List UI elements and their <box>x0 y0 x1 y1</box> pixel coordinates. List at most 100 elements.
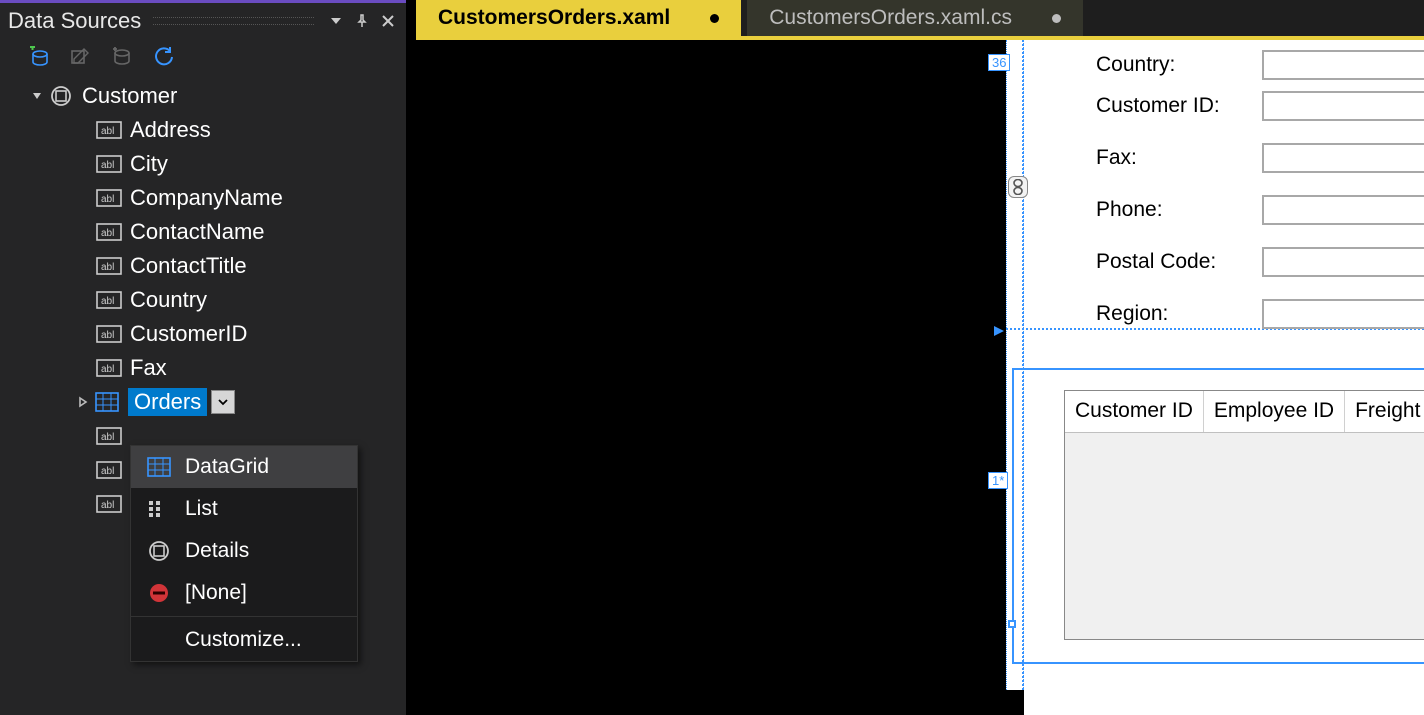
dropdown-item-none[interactable]: [None] <box>131 572 357 614</box>
text-input[interactable] <box>1262 143 1424 173</box>
orders-datagrid[interactable]: Customer ID Employee ID Freight Order Da… <box>1064 390 1424 640</box>
refresh-icon[interactable] <box>152 45 176 69</box>
edit-datasource-icon[interactable] <box>68 45 92 69</box>
text-input[interactable] <box>1262 50 1424 80</box>
panel-grip[interactable] <box>153 17 314 25</box>
tree-node-label: Fax <box>130 355 167 381</box>
xaml-designer[interactable]: 36 1* Country: Customer ID: <box>416 40 1424 715</box>
text-field-icon: abl <box>96 153 122 175</box>
text-field-icon: abl <box>96 425 122 447</box>
link-icon[interactable] <box>1008 176 1028 198</box>
form-row: Customer ID: <box>1096 80 1424 132</box>
text-field-icon: abl <box>96 119 122 141</box>
tree-node-label: Country <box>130 287 207 313</box>
text-input[interactable] <box>1262 195 1424 225</box>
column-header[interactable]: Freight <box>1345 391 1424 432</box>
tab-customersorders-xaml[interactable]: CustomersOrders.xaml <box>416 0 741 36</box>
tree-node-label: Orders <box>128 388 207 416</box>
unsaved-indicator-icon <box>710 14 719 23</box>
row-marker-icon[interactable] <box>992 324 1006 338</box>
svg-text:abl: abl <box>101 262 114 273</box>
dropdown-item-datagrid[interactable]: DataGrid <box>131 446 357 488</box>
none-icon <box>143 581 175 605</box>
tree-node-field[interactable]: abl Fax <box>0 351 406 385</box>
pin-icon[interactable] <box>352 11 372 31</box>
tree-node-label: City <box>130 151 168 177</box>
text-input[interactable] <box>1262 299 1424 329</box>
text-field-icon: abl <box>96 357 122 379</box>
svg-text:abl: abl <box>101 432 114 443</box>
dropdown-item-label: DataGrid <box>185 455 269 479</box>
tree-node-label: ContactName <box>130 219 265 245</box>
svg-text:abl: abl <box>101 160 114 171</box>
panel-title: Data Sources <box>8 8 141 34</box>
text-field-icon: abl <box>96 323 122 345</box>
column-header[interactable]: Employee ID <box>1204 391 1345 432</box>
tree-node-field[interactable]: abl City <box>0 147 406 181</box>
datagrid-icon <box>94 391 120 413</box>
tree-node-orders[interactable]: Orders <box>0 385 406 419</box>
control-type-dropdown: DataGrid List Details [None] Customize..… <box>130 445 358 662</box>
configure-datasource-icon[interactable] <box>110 45 134 69</box>
panel-header: Data Sources <box>0 3 406 39</box>
tree-node-label: Address <box>130 117 211 143</box>
tree-node-customer[interactable]: Customer <box>0 79 406 113</box>
tree-node-label: CustomerID <box>130 321 247 347</box>
svg-text:abl: abl <box>101 466 114 477</box>
form-row: Postal Code: <box>1096 236 1424 288</box>
ruler-label: 1* <box>988 472 1008 489</box>
tree-node-field[interactable]: abl ContactName <box>0 215 406 249</box>
column-header[interactable]: Customer ID <box>1065 391 1204 432</box>
tree-node-label: Customer <box>82 83 177 109</box>
tab-label: CustomersOrders.xaml <box>438 6 670 30</box>
tree-node-label: ContactTitle <box>130 253 247 279</box>
close-icon[interactable] <box>378 11 398 31</box>
form-row: Fax: <box>1096 132 1424 184</box>
details-icon <box>48 85 74 107</box>
tree-node-field[interactable]: abl CompanyName <box>0 181 406 215</box>
dropdown-item-customize[interactable]: Customize... <box>131 619 357 661</box>
form-row: Phone: <box>1096 184 1424 236</box>
text-input[interactable] <box>1262 247 1424 277</box>
editor-area: CustomersOrders.xaml CustomersOrders.xam… <box>416 0 1424 715</box>
field-label: Customer ID: <box>1096 94 1262 118</box>
tree-node-field[interactable]: abl Address <box>0 113 406 147</box>
dropdown-item-details[interactable]: Details <box>131 530 357 572</box>
tree-node-field[interactable]: abl CustomerID <box>0 317 406 351</box>
tree-node-field[interactable]: abl Country <box>0 283 406 317</box>
text-field-icon: abl <box>96 221 122 243</box>
tab-customersorders-xaml-cs[interactable]: CustomersOrders.xaml.cs <box>747 0 1083 36</box>
datagrid-body[interactable] <box>1065 433 1424 639</box>
list-icon <box>143 497 175 521</box>
svg-text:abl: abl <box>101 126 114 137</box>
blank-icon <box>143 628 175 652</box>
text-input[interactable] <box>1262 91 1424 121</box>
dropdown-button[interactable] <box>211 390 235 414</box>
datagrid-header: Customer ID Employee ID Freight Order Da… <box>1065 391 1424 433</box>
svg-text:abl: abl <box>101 330 114 341</box>
data-sources-panel: Data Sources <box>0 0 406 715</box>
vertical-splitter[interactable] <box>406 0 416 715</box>
document-tabbar: CustomersOrders.xaml CustomersOrders.xam… <box>416 0 1424 40</box>
dropdown-item-label: [None] <box>185 581 247 605</box>
dropdown-separator <box>131 616 357 617</box>
text-field-icon: abl <box>96 289 122 311</box>
add-datasource-icon[interactable] <box>26 45 50 69</box>
details-icon <box>143 539 175 563</box>
expand-arrow-icon[interactable] <box>76 395 90 409</box>
tree-node-field[interactable]: abl ContactTitle <box>0 249 406 283</box>
dropdown-item-label: List <box>185 497 218 521</box>
panel-menu-dropdown-icon[interactable] <box>326 11 346 31</box>
ruler-label: 36 <box>988 54 1010 71</box>
tab-label: CustomersOrders.xaml.cs <box>769 6 1012 30</box>
svg-text:abl: abl <box>101 500 114 511</box>
customer-form: Country: Customer ID: Fax: Phone: Postal… <box>1096 58 1424 340</box>
field-label: Region: <box>1096 302 1262 326</box>
dropdown-item-label: Customize... <box>185 628 302 652</box>
field-label: Phone: <box>1096 198 1262 222</box>
unsaved-indicator-icon <box>1052 14 1061 23</box>
form-row: Region: <box>1096 288 1424 340</box>
collapse-arrow-icon[interactable] <box>30 89 44 103</box>
dropdown-item-list[interactable]: List <box>131 488 357 530</box>
resize-handle[interactable] <box>1008 620 1016 628</box>
